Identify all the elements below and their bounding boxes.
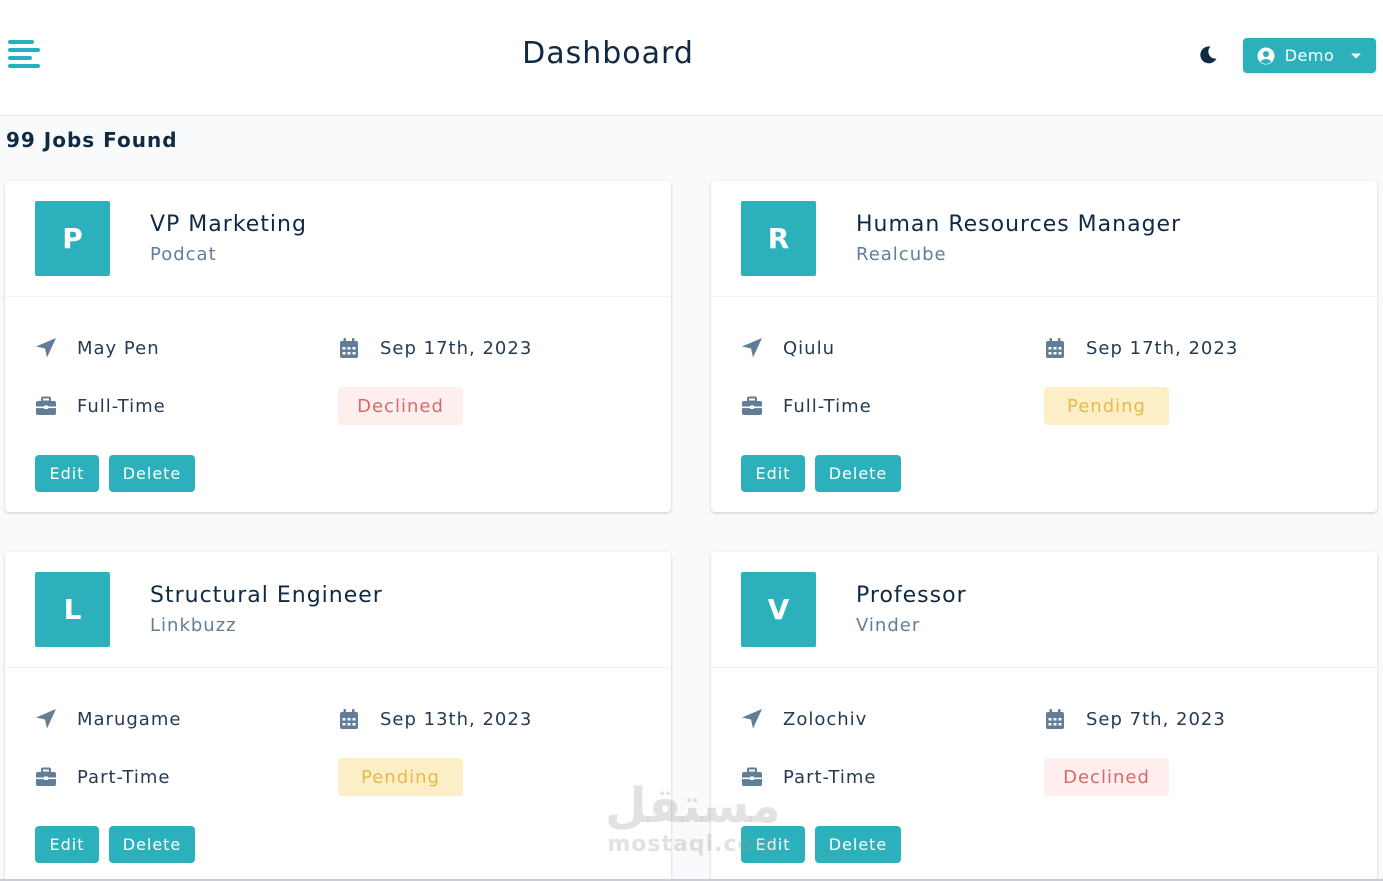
edit-job-button[interactable]: Edit bbox=[35, 455, 99, 492]
job-type-text: Full-Time bbox=[783, 395, 872, 417]
job-date-text: Sep 7th, 2023 bbox=[1086, 708, 1226, 730]
job-card: P VP Marketing Podcat May Pen Sep 17th, … bbox=[5, 181, 671, 512]
job-location-text: Zolochiv bbox=[783, 708, 868, 730]
user-menu-button[interactable]: Demo bbox=[1243, 38, 1376, 73]
job-type-text: Full-Time bbox=[77, 395, 166, 417]
job-position: VP Marketing bbox=[150, 212, 307, 237]
job-position: Structural Engineer bbox=[150, 583, 383, 608]
job-card: V Professor Vinder Zolochiv Sep 7th, 202… bbox=[711, 552, 1377, 881]
delete-job-button[interactable]: Delete bbox=[109, 826, 195, 863]
job-date: Sep 13th, 2023 bbox=[338, 708, 532, 730]
delete-job-button[interactable]: Delete bbox=[815, 826, 901, 863]
delete-job-button[interactable]: Delete bbox=[109, 455, 195, 492]
briefcase-icon bbox=[35, 395, 57, 417]
job-date-text: Sep 17th, 2023 bbox=[1086, 337, 1239, 359]
job-card: R Human Resources Manager Realcube Qiulu… bbox=[711, 181, 1377, 512]
job-location: Zolochiv bbox=[741, 708, 867, 730]
job-location: May Pen bbox=[35, 337, 160, 359]
job-date: Sep 17th, 2023 bbox=[1044, 337, 1238, 359]
job-date: Sep 7th, 2023 bbox=[1044, 708, 1226, 730]
calendar-icon bbox=[338, 337, 360, 359]
job-type: Part-Time bbox=[35, 766, 170, 788]
company-initial-logo: V bbox=[741, 572, 816, 647]
jobs-count: 99 Jobs Found bbox=[6, 128, 178, 152]
job-date: Sep 17th, 2023 bbox=[338, 337, 532, 359]
caret-down-icon bbox=[1350, 52, 1362, 60]
location-arrow-icon bbox=[741, 708, 763, 730]
user-circle-icon bbox=[1257, 47, 1275, 65]
calendar-icon bbox=[338, 708, 360, 730]
job-card-header: V Professor Vinder bbox=[711, 552, 1377, 668]
calendar-icon bbox=[1044, 708, 1066, 730]
briefcase-icon bbox=[741, 395, 763, 417]
edit-job-button[interactable]: Edit bbox=[741, 826, 805, 863]
job-company: Linkbuzz bbox=[150, 615, 237, 636]
location-arrow-icon bbox=[35, 708, 57, 730]
briefcase-icon bbox=[35, 766, 57, 788]
job-company: Realcube bbox=[856, 244, 947, 265]
job-card: L Structural Engineer Linkbuzz Marugame … bbox=[5, 552, 671, 881]
edit-job-button[interactable]: Edit bbox=[741, 455, 805, 492]
moon-icon[interactable] bbox=[1196, 43, 1220, 67]
location-arrow-icon bbox=[741, 337, 763, 359]
job-location-text: Qiulu bbox=[783, 337, 835, 359]
job-position: Human Resources Manager bbox=[856, 212, 1182, 237]
briefcase-icon bbox=[741, 766, 763, 788]
status-badge: Pending bbox=[1044, 387, 1169, 425]
status-badge: Declined bbox=[338, 387, 463, 425]
job-company: Vinder bbox=[856, 615, 921, 636]
job-card-header: L Structural Engineer Linkbuzz bbox=[5, 552, 671, 668]
calendar-icon bbox=[1044, 337, 1066, 359]
job-card-header: P VP Marketing Podcat bbox=[5, 181, 671, 297]
location-arrow-icon bbox=[35, 337, 57, 359]
job-type-text: Part-Time bbox=[783, 766, 877, 788]
user-menu-label: Demo bbox=[1284, 46, 1335, 65]
status-badge: Pending bbox=[338, 758, 463, 796]
job-position: Professor bbox=[856, 583, 967, 608]
job-type: Part-Time bbox=[741, 766, 876, 788]
job-date-text: Sep 17th, 2023 bbox=[380, 337, 533, 359]
job-type-text: Part-Time bbox=[77, 766, 171, 788]
edit-job-button[interactable]: Edit bbox=[35, 826, 99, 863]
job-type: Full-Time bbox=[35, 395, 166, 417]
job-date-text: Sep 13th, 2023 bbox=[380, 708, 533, 730]
company-initial-logo: R bbox=[741, 201, 816, 276]
job-company: Podcat bbox=[150, 244, 217, 265]
page-title: Dashboard bbox=[522, 36, 694, 71]
job-location-text: Marugame bbox=[77, 708, 182, 730]
job-type: Full-Time bbox=[741, 395, 872, 417]
job-location: Marugame bbox=[35, 708, 181, 730]
job-location: Qiulu bbox=[741, 337, 835, 359]
job-location-text: May Pen bbox=[77, 337, 160, 359]
status-badge: Declined bbox=[1044, 758, 1169, 796]
company-initial-logo: L bbox=[35, 572, 110, 647]
company-initial-logo: P bbox=[35, 201, 110, 276]
delete-job-button[interactable]: Delete bbox=[815, 455, 901, 492]
job-card-header: R Human Resources Manager Realcube bbox=[711, 181, 1377, 297]
navbar: Dashboard Demo bbox=[0, 0, 1383, 116]
